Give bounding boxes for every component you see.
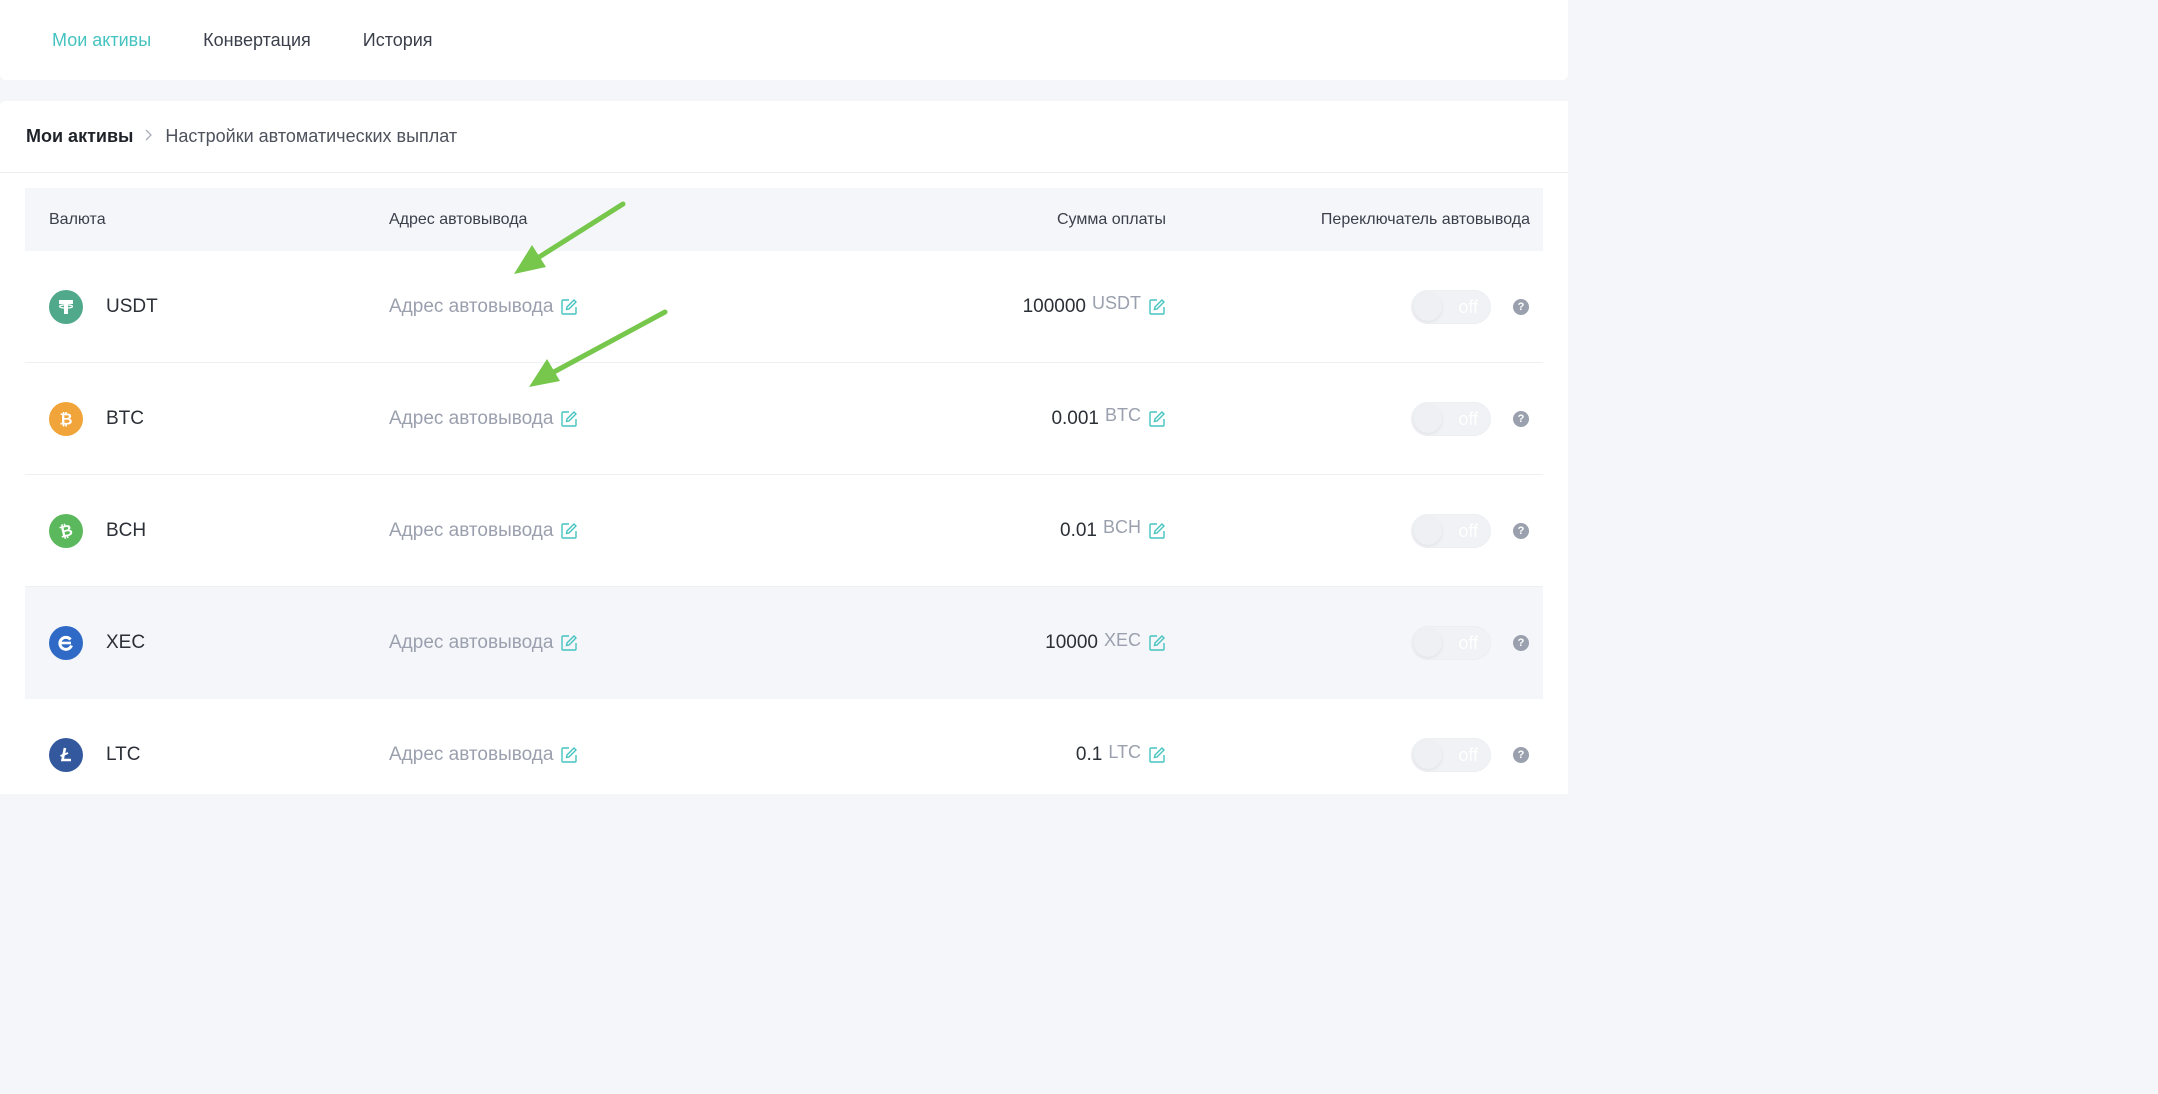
tether-icon xyxy=(49,289,83,324)
toggle-label: off xyxy=(1458,745,1478,765)
address-placeholder[interactable]: Адрес автовывода xyxy=(389,296,553,318)
payout-unit: BTC xyxy=(1105,405,1141,425)
header-switch: Переключатель автовывода xyxy=(1320,210,1530,228)
edit-icon[interactable] xyxy=(560,410,578,428)
address-placeholder[interactable]: Адрес автовывода xyxy=(389,744,553,766)
toggle-knob xyxy=(1414,629,1442,657)
svg-text:₿: ₿ xyxy=(57,521,74,541)
autopayout-toggle[interactable]: off xyxy=(1411,513,1491,548)
header-address: Адрес автовывода xyxy=(389,210,528,228)
toggle-label: off xyxy=(1458,520,1478,541)
address-placeholder[interactable]: Адрес автовывода xyxy=(389,408,553,430)
address-placeholder[interactable]: Адрес автовывода xyxy=(389,520,553,542)
edit-icon[interactable] xyxy=(1148,522,1166,540)
payout-unit: USDT xyxy=(1092,293,1141,313)
payout-amount: 0.01 xyxy=(1060,519,1097,541)
tab-my-assets[interactable]: Мои активы xyxy=(52,30,151,51)
toggle-label: off xyxy=(1458,408,1478,429)
table-row: ₿ BCH Адрес автовывода 0.01 BCH off ? xyxy=(25,475,1543,587)
payout-amount: 10000 xyxy=(1045,632,1098,653)
edit-icon[interactable] xyxy=(560,746,578,764)
ecash-icon xyxy=(49,626,83,660)
bitcoin-cash-icon: ₿ xyxy=(49,513,83,548)
edit-icon[interactable] xyxy=(560,634,578,652)
edit-icon[interactable] xyxy=(1148,410,1166,428)
help-icon[interactable]: ? xyxy=(1513,635,1529,651)
breadcrumb: Мои активы Настройки автоматических выпл… xyxy=(0,101,1568,173)
toggle-label: off xyxy=(1458,296,1478,317)
litecoin-icon xyxy=(49,738,83,772)
currency-name: BCH xyxy=(106,519,147,541)
currency-name: USDT xyxy=(106,295,158,317)
bitcoin-icon: ₿ xyxy=(49,401,83,436)
toggle-knob xyxy=(1414,404,1442,433)
payout-settings-table: Валюта Адрес автовывода Сумма оплаты Пер… xyxy=(25,188,1543,811)
autopayout-toggle[interactable]: off xyxy=(1411,289,1491,324)
edit-icon[interactable] xyxy=(1148,298,1166,316)
currency-name: BTC xyxy=(106,407,144,429)
payout-unit: BCH xyxy=(1102,517,1141,537)
toggle-knob xyxy=(1414,292,1442,321)
currency-name: LTC xyxy=(106,744,141,765)
help-icon[interactable]: ? xyxy=(1513,298,1529,315)
table-row: ₿ BTC Адрес автовывода 0.001 BTC off ? xyxy=(25,363,1543,475)
payout-amount: 0.1 xyxy=(1075,744,1103,765)
toggle-label: off xyxy=(1458,633,1478,653)
autopayout-toggle[interactable]: off xyxy=(1411,626,1491,660)
autopayout-toggle[interactable]: off xyxy=(1411,401,1491,436)
payout-amount: 100000 xyxy=(1022,295,1086,317)
table-row: USDT Адрес автовывода 100000 USDT off ? xyxy=(25,251,1543,363)
svg-text:₿: ₿ xyxy=(59,409,72,428)
edit-icon[interactable] xyxy=(560,522,578,540)
tab-history[interactable]: История xyxy=(363,30,433,51)
edit-icon[interactable] xyxy=(1148,746,1166,764)
table-header: Валюта Адрес автовывода Сумма оплаты Пер… xyxy=(25,188,1543,251)
chevron-right-icon xyxy=(145,128,153,146)
edit-icon[interactable] xyxy=(560,298,578,316)
help-icon[interactable]: ? xyxy=(1513,522,1529,539)
header-currency: Валюта xyxy=(49,210,106,228)
top-navigation: Мои активы Конвертация История xyxy=(0,0,1568,80)
header-amount: Сумма оплаты xyxy=(1057,210,1166,228)
toggle-knob xyxy=(1414,516,1442,545)
breadcrumb-root-link[interactable]: Мои активы xyxy=(26,126,133,147)
toggle-knob xyxy=(1414,741,1442,769)
edit-icon[interactable] xyxy=(1148,634,1166,652)
payout-amount: 0.001 xyxy=(1051,407,1099,429)
payout-unit: XEC xyxy=(1103,629,1141,650)
currency-name: XEC xyxy=(106,632,146,653)
table-row: LTC Адрес автовывода 0.1 LTC off ? xyxy=(25,699,1543,811)
settings-panel: Мои активы Настройки автоматических выпл… xyxy=(0,101,1568,794)
help-icon[interactable]: ? xyxy=(1513,747,1529,763)
payout-unit: LTC xyxy=(1108,741,1141,762)
breadcrumb-current: Настройки автоматических выплат xyxy=(165,126,458,146)
autopayout-toggle[interactable]: off xyxy=(1411,738,1491,772)
table-row: XEC Адрес автовывода 10000 XEC off ? xyxy=(25,587,1543,699)
tab-conversion[interactable]: Конвертация xyxy=(203,30,311,51)
address-placeholder[interactable]: Адрес автовывода xyxy=(389,632,553,654)
help-icon[interactable]: ? xyxy=(1513,410,1529,427)
